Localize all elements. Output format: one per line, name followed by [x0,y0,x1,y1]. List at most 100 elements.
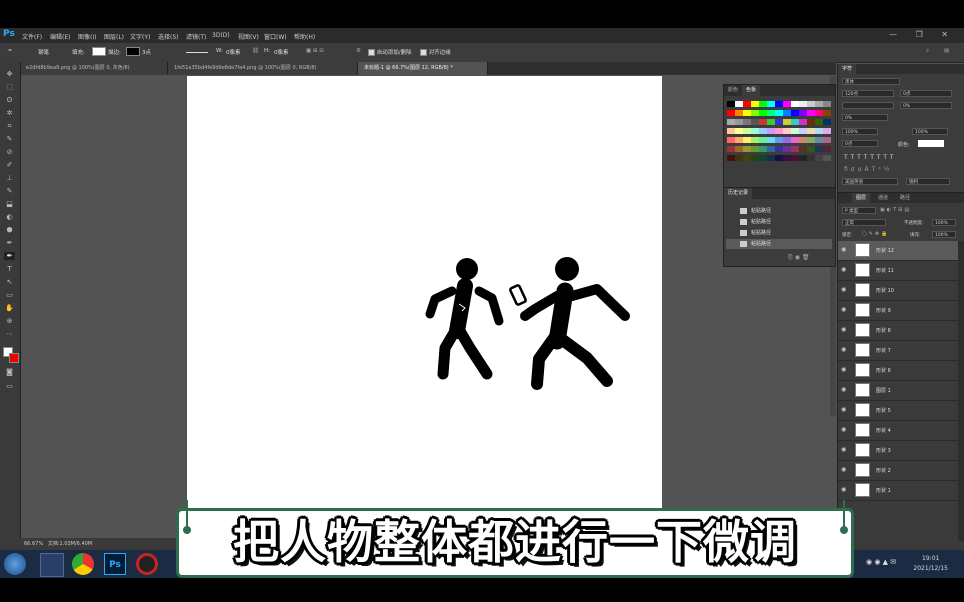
color-swatch[interactable] [751,155,759,161]
color-swatch[interactable] [807,137,815,143]
color-swatch[interactable] [823,155,831,161]
screen-mode-icon[interactable]: ▭ [4,382,15,390]
color-swatch[interactable] [791,146,799,152]
layer-filter-icons[interactable]: ▣◐T⊞▤ [880,207,911,213]
color-swatch[interactable] [807,101,815,107]
history-brush-icon[interactable]: ✎ [4,187,15,195]
color-swatch[interactable] [743,128,751,134]
height-field[interactable]: 0像素 [274,48,289,56]
color-swatch[interactable] [775,137,783,143]
fill-field[interactable]: 100% [932,231,956,238]
document-canvas[interactable] [187,76,662,550]
color-swatch[interactable] [823,110,831,116]
window-controls[interactable]: — ❐ ✕ [889,30,956,39]
color-swatch[interactable] [759,128,767,134]
visibility-eye-icon[interactable]: ◉ [841,467,848,473]
color-swatch[interactable] [823,137,831,143]
layer-row[interactable]: ◉ 形状 9 [838,301,958,321]
layer-row[interactable]: ◉ 形状 4 [838,421,958,441]
pen-tool-active-icon[interactable]: ✒ [4,252,15,260]
color-swatch[interactable] [791,155,799,161]
color-swatch[interactable] [727,119,735,125]
color-swatch[interactable] [815,119,823,125]
recorder-icon[interactable] [136,553,158,575]
color-swatch[interactable] [775,110,783,116]
color-swatch[interactable] [807,128,815,134]
visibility-eye-icon[interactable]: ◉ [841,307,848,313]
color-swatch[interactable] [743,101,751,107]
color-swatch[interactable] [815,128,823,134]
color-swatch[interactable] [823,119,831,125]
visibility-eye-icon[interactable]: ◉ [841,487,848,493]
color-swatch[interactable] [767,146,775,152]
layer-row[interactable]: ◉ 形状 1 [838,481,958,501]
layer-row[interactable]: ◉ 图层 1 [838,381,958,401]
visibility-eye-icon[interactable]: ◉ [841,347,848,353]
layer-row[interactable]: ◉ 形状 2 [838,461,958,481]
color-swatch[interactable] [735,137,743,143]
color-swatch[interactable] [767,137,775,143]
color-swatch[interactable] [775,101,783,107]
tab-channels[interactable]: 通道 [874,193,892,204]
color-swatch[interactable] [815,137,823,143]
color-swatch[interactable] [727,146,735,152]
scale-field[interactable]: 0% [842,114,888,121]
menu-image[interactable]: 图像(I) [78,32,96,41]
tab-history[interactable]: 历史记录 [724,188,753,199]
layers-scrollbar[interactable] [958,241,964,541]
dodge-icon[interactable]: ✒ [4,239,15,247]
font-size-field[interactable]: 120点 [842,90,894,97]
eyedropper-icon[interactable]: ✎ [4,135,15,143]
color-swatch[interactable] [751,110,759,116]
color-swatch[interactable] [823,128,831,134]
color-swatch[interactable] [791,137,799,143]
layer-row[interactable]: ◉ 形状 3 [838,441,958,461]
color-swatch[interactable] [807,110,815,116]
color-swatch[interactable] [743,137,751,143]
zoom-level[interactable]: 66.67% [24,541,43,547]
color-swatch[interactable] [735,146,743,152]
menu-3d[interactable]: 3D(D) [212,32,230,39]
eraser-icon[interactable]: ⬓ [4,200,15,208]
tab-swatches[interactable]: 色板 [742,85,761,96]
color-swatch[interactable] [791,110,799,116]
fill-swatch[interactable] [92,47,106,56]
font-family-select[interactable]: 黑体 [842,78,900,85]
color-swatch[interactable] [735,119,743,125]
color-swatch[interactable] [775,128,783,134]
visibility-eye-icon[interactable]: ◉ [841,387,848,393]
quick-mask-icon[interactable]: ◙ [4,368,15,376]
doc-tab-2[interactable]: 1fe51a35bd4fe9d9e8de7fa4.png @ 100%(图层 0… [168,62,358,75]
horizontal-scale-field[interactable]: 100% [912,128,948,135]
search-icon[interactable]: ⌕ [926,48,929,55]
clock[interactable]: 19:01 2021/12/15 [913,554,948,574]
file-explorer-icon[interactable] [40,553,64,577]
baseline-field[interactable]: 0点 [842,140,878,147]
opentype-icons[interactable]: ﬁσαȦTᵃ½ [844,166,892,173]
stroke-type-select[interactable] [186,52,208,53]
chrome-icon[interactable] [72,553,94,575]
color-swatch[interactable] [783,146,791,152]
gradient-icon[interactable]: ◐ [4,213,15,221]
color-swatch[interactable] [727,155,735,161]
color-swatch[interactable] [751,137,759,143]
color-swatch[interactable] [759,146,767,152]
doc-tab-1[interactable]: e2dfd8b9ea9.png @ 100%(图层 0, 灰色/8) [20,62,168,75]
color-swatch[interactable] [727,128,735,134]
blend-mode-select[interactable]: 正常 [842,219,886,226]
menu-help[interactable]: 帮助(H) [294,32,315,41]
color-swatch[interactable] [767,128,775,134]
history-item[interactable]: 粘贴路径 [726,206,832,216]
lasso-tool-icon[interactable]: ʘ [4,96,15,104]
vertical-scale-field[interactable]: 100% [842,128,878,135]
layer-row[interactable]: ◉ 形状 11 [838,261,958,281]
layer-row[interactable]: ◉ 形状 12 [838,241,958,261]
stroke-width[interactable]: 3点 [142,48,151,56]
menu-file[interactable]: 文件(F) [22,32,42,41]
antialias-select[interactable]: 锐利 [906,178,950,185]
move-tool-icon[interactable]: ✥ [4,70,15,78]
visibility-eye-icon[interactable]: ◉ [841,267,848,273]
layer-filter-select[interactable]: P 类型 [842,207,876,214]
color-swatch[interactable] [799,146,807,152]
color-swatch[interactable] [775,155,783,161]
